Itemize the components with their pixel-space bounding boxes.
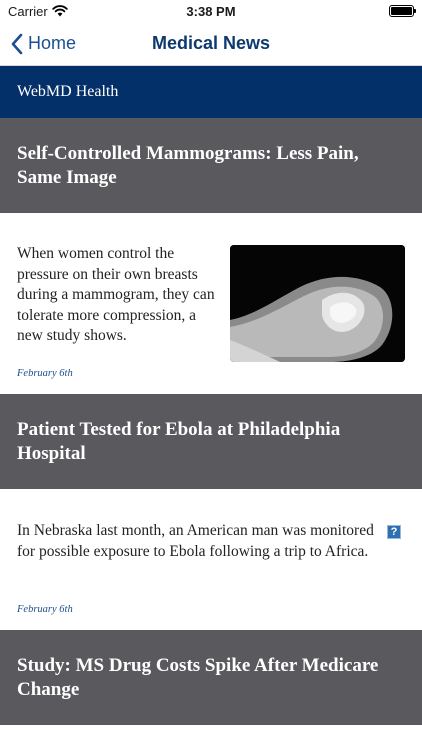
article-summary: In Nebraska last month, an American man …: [17, 522, 374, 560]
help-icon[interactable]: ?: [387, 525, 401, 539]
article-headline[interactable]: Study: MS Drug Costs Spike After Medicar…: [0, 630, 422, 725]
status-left: Carrier: [8, 4, 68, 19]
article-summary-card[interactable]: When women control the pressure on their…: [0, 213, 422, 394]
article-headline[interactable]: Self-Controlled Mammograms: Less Pain, S…: [0, 118, 422, 213]
chevron-left-icon: [11, 33, 23, 54]
article-date: February 6th: [17, 368, 73, 379]
navigation-bar: Home Medical News: [0, 22, 422, 66]
battery-level: [391, 7, 412, 15]
wifi-icon: [52, 5, 68, 17]
status-bar: Carrier 3:38 PM: [0, 0, 422, 22]
battery-icon: [389, 5, 416, 17]
source-header: WebMD Health: [0, 66, 422, 118]
article-summary-card[interactable]: In Nebraska last month, an American man …: [0, 489, 422, 630]
source-name: WebMD Health: [17, 83, 119, 100]
article-date: February 6th: [17, 604, 73, 615]
back-button[interactable]: Home: [0, 33, 76, 55]
back-button-label: Home: [28, 33, 77, 53]
article-summary: When women control the pressure on their…: [17, 245, 215, 344]
article-thumbnail[interactable]: [230, 245, 405, 362]
carrier-label: Carrier: [8, 3, 48, 19]
article-headline[interactable]: Patient Tested for Ebola at Philadelphia…: [0, 394, 422, 489]
